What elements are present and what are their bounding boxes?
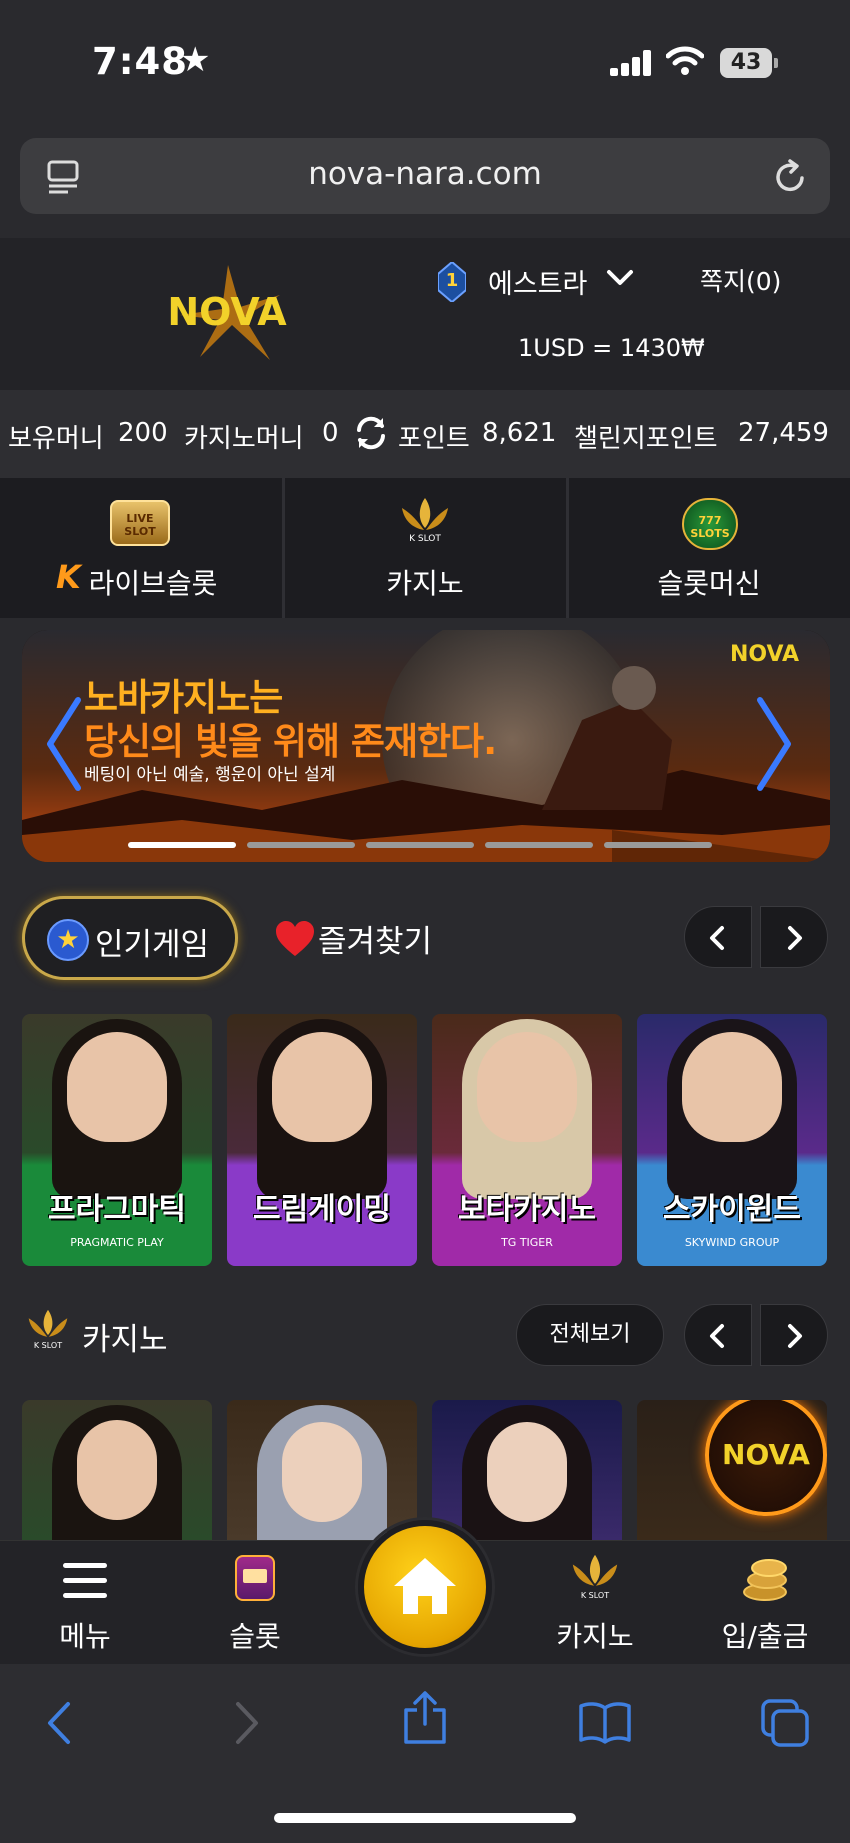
game-brand: SKYWIND GROUP (684, 1236, 780, 1249)
casino-card-2[interactable] (227, 1400, 417, 1540)
casino-money-value: 0 (322, 418, 339, 448)
home-indicator[interactable] (274, 1813, 576, 1823)
money-value: 200 (118, 418, 168, 448)
game-name: 보타카지노 (458, 1192, 596, 1227)
casino-card-1[interactable] (22, 1400, 212, 1540)
category-casino[interactable]: K SLOT 카지노 (284, 478, 566, 618)
banner-headline-2: 당신의 빛을 위해 존재한다. (84, 720, 497, 763)
casino-next-button[interactable] (760, 1304, 828, 1366)
refresh-icon[interactable] (352, 414, 390, 452)
nav-home-button[interactable] (358, 1520, 492, 1654)
game-name: 프라그마틱 (48, 1192, 186, 1227)
popular-prev-button[interactable] (684, 906, 752, 968)
nova-float-logo[interactable]: NOVA (705, 1400, 827, 1516)
live-slot-icon: LIVE SLOT (110, 500, 170, 546)
banner-dot-1[interactable] (128, 842, 236, 848)
casino-card-4[interactable]: NOVA (637, 1400, 827, 1540)
tab-popular-games[interactable]: ★ 인기게임 (22, 896, 238, 980)
balance-bar: 보유머니 200 카지노머니 0 포인트 8,621 챌린지포인트 27,459 (0, 390, 850, 478)
bookmarks-icon[interactable] (578, 1700, 632, 1744)
star-icon: ★ (180, 40, 211, 80)
chevron-down-icon[interactable] (606, 268, 634, 288)
points-value: 8,621 (482, 418, 557, 448)
chevron-left-icon (710, 1324, 724, 1348)
address-bar[interactable]: nova-nara.com (20, 138, 830, 214)
tab-favorites[interactable]: 즐겨찾기 (272, 896, 472, 980)
nav-deposit-withdraw[interactable]: 입/출금 (695, 1541, 835, 1665)
forward-icon[interactable] (230, 1700, 262, 1746)
category-label: 카지노 (386, 567, 464, 600)
nav-menu[interactable]: 메뉴 (15, 1541, 155, 1665)
back-icon[interactable] (44, 1700, 76, 1746)
memo-link[interactable]: 쪽지(0) (700, 262, 781, 298)
banner-next-icon[interactable] (754, 696, 794, 792)
challenge-label: 챌린지포인트 (574, 424, 718, 454)
category-row: LIVE SLOT K 라이브슬롯 K SLOT 카지노 777 SLOTS 슬… (0, 478, 850, 618)
slots-777-icon: 777 SLOTS (682, 498, 738, 550)
star-badge-icon: ★ (47, 919, 89, 961)
coin-stack-icon (739, 1555, 791, 1605)
battery-icon: 43 (720, 48, 772, 78)
game-name: 스카이윈드 (663, 1192, 801, 1227)
promo-banner[interactable]: NOVA 노바카지노는 당신의 빛을 위해 존재한다. 베팅이 아닌 예술, 행… (22, 630, 830, 862)
money-label: 보유머니 (8, 424, 104, 454)
game-brand: PRAGMATIC PLAY (70, 1236, 164, 1249)
game-card-bota-casino[interactable]: 보타카지노 TG TIGER (432, 1014, 622, 1266)
game-card-pragmatic[interactable]: 프라그마틱 PRAGMATIC PLAY (22, 1014, 212, 1266)
game-brand: TG TIGER (501, 1236, 553, 1249)
nav-casino[interactable]: K SLOT 카지노 (525, 1541, 665, 1665)
category-live-slot[interactable]: LIVE SLOT K 라이브슬롯 (0, 478, 282, 618)
popular-next-button[interactable] (760, 906, 828, 968)
casino-card-3[interactable] (432, 1400, 622, 1540)
category-label: 슬롯머신 (657, 567, 761, 600)
casino-money-label: 카지노머니 (184, 424, 304, 454)
exchange-rate: 1USD = 1430₩ (518, 334, 705, 362)
slot-machine-icon (235, 1555, 275, 1601)
svg-text:NOVA: NOVA (167, 290, 287, 334)
share-icon[interactable] (402, 1690, 448, 1746)
site-header (0, 238, 850, 390)
banner-subtext: 베팅이 아닌 예술, 행운이 아닌 설계 (84, 765, 336, 785)
category-slot-machine[interactable]: 777 SLOTS 슬롯머신 (568, 478, 850, 618)
signal-icon (610, 50, 654, 76)
banner-dot-2[interactable] (247, 842, 355, 848)
heart-icon (276, 921, 314, 956)
hamburger-icon (63, 1563, 107, 1598)
home-icon (394, 1558, 456, 1614)
game-name: 드림게이밍 (253, 1192, 391, 1227)
chevron-right-icon (788, 1324, 802, 1348)
banner-dot-3[interactable] (366, 842, 474, 848)
tabs-icon[interactable] (760, 1698, 810, 1748)
k-slot-crown-icon: K SLOT (22, 1305, 74, 1355)
url-text[interactable]: nova-nara.com (20, 156, 830, 192)
reload-icon[interactable] (772, 158, 810, 196)
nova-logo[interactable]: NOVA (140, 265, 315, 360)
chevron-left-icon (710, 926, 724, 950)
banner-nova-logo: NOVA (730, 642, 800, 667)
nav-slot[interactable]: 슬롯 (185, 1541, 325, 1665)
k-slot-crown-icon: K SLOT (394, 494, 456, 550)
view-all-button[interactable]: 전체보기 (516, 1304, 664, 1366)
wifi-icon (666, 46, 704, 75)
k-slot-crown-icon: K SLOT (565, 1551, 625, 1605)
banner-dot-4[interactable] (485, 842, 593, 848)
game-card-dream-gaming[interactable]: 드림게이밍 (227, 1014, 417, 1266)
category-label: 라이브슬롯 (88, 567, 218, 600)
challenge-value: 27,459 (738, 418, 829, 448)
points-label: 포인트 (398, 424, 470, 454)
section-title-casino: 카지노 (82, 1322, 168, 1358)
level-badge: 1 (437, 260, 467, 304)
status-bar: 7:48 ★ 43 (0, 0, 850, 125)
banner-prev-icon[interactable] (44, 696, 84, 792)
chevron-right-icon (788, 926, 802, 950)
username-dropdown[interactable]: 에스트라 (488, 262, 587, 301)
casino-prev-button[interactable] (684, 1304, 752, 1366)
clock: 7:48 (92, 40, 189, 83)
banner-dot-5[interactable] (604, 842, 712, 848)
game-card-skywind[interactable]: 스카이윈드 SKYWIND GROUP (637, 1014, 827, 1266)
